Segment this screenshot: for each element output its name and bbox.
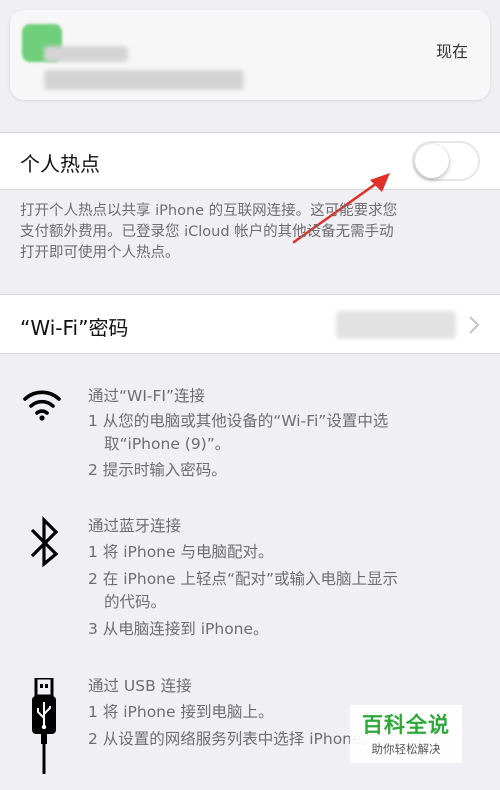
wifi-password-row[interactable]: “Wi-Fi”密码 xyxy=(0,294,500,354)
wifi-icon xyxy=(23,390,61,421)
notification-banner[interactable]: 现在 xyxy=(10,10,490,100)
wifi-step: 1 从您的电脑或其他设备的“Wi-Fi”设置中选 xyxy=(88,412,389,430)
wifi-step: 取“iPhone (9)”。 xyxy=(104,435,231,453)
bluetooth-step: 的代码。 xyxy=(104,593,167,611)
description-line: 支付额外费用。已登录您 iCloud 帐户的其他设备无需手动 xyxy=(20,224,394,240)
bluetooth-step: 1 将 iPhone 与电脑配对。 xyxy=(88,543,274,561)
hotspot-toggle[interactable] xyxy=(412,141,480,181)
watermark-title: 百科全说 xyxy=(362,713,450,737)
bluetooth-step: 2 在 iPhone 上轻点“配对”或输入电脑上显示 xyxy=(88,570,399,588)
bluetooth-heading: 通过蓝牙连接 xyxy=(88,517,182,535)
wifi-password-value-redacted xyxy=(336,311,456,339)
hotspot-row: 个人热点 xyxy=(0,132,500,190)
watermark-subtitle: 助你轻松解决 xyxy=(371,742,441,756)
watermark-logo: 百科全说 助你轻松解决 xyxy=(350,705,462,763)
description-line: 打开个人热点以共享 iPhone 的互联网连接。这可能要求您 xyxy=(20,203,398,219)
usb-cable-icon xyxy=(32,678,56,774)
description-line: 打开即可使用个人热点。 xyxy=(20,245,180,261)
usb-heading: 通过 USB 连接 xyxy=(88,677,192,695)
hotspot-description: 打开个人热点以共享 iPhone 的互联网连接。这可能要求您 支付额外费用。已登… xyxy=(20,201,485,264)
chevron-right-icon xyxy=(469,316,480,334)
wifi-password-label: “Wi-Fi”密码 xyxy=(20,316,129,340)
wifi-step: 2 提示时输入密码。 xyxy=(88,461,227,479)
usb-step: 2 从设置的网络服务列表中选择 iPhone。 xyxy=(88,730,378,748)
notification-body-redacted xyxy=(44,70,244,90)
notification-time: 现在 xyxy=(435,42,468,61)
wifi-heading: 通过“WI-FI”连接 xyxy=(88,387,206,405)
usb-step: 1 将 iPhone 接到电脑上。 xyxy=(88,703,274,721)
notification-title-redacted xyxy=(44,46,128,62)
toggle-knob xyxy=(415,144,449,178)
bluetooth-step: 3 从电脑连接到 iPhone。 xyxy=(88,620,269,638)
bluetooth-icon xyxy=(30,516,59,568)
hotspot-label: 个人热点 xyxy=(20,152,100,176)
